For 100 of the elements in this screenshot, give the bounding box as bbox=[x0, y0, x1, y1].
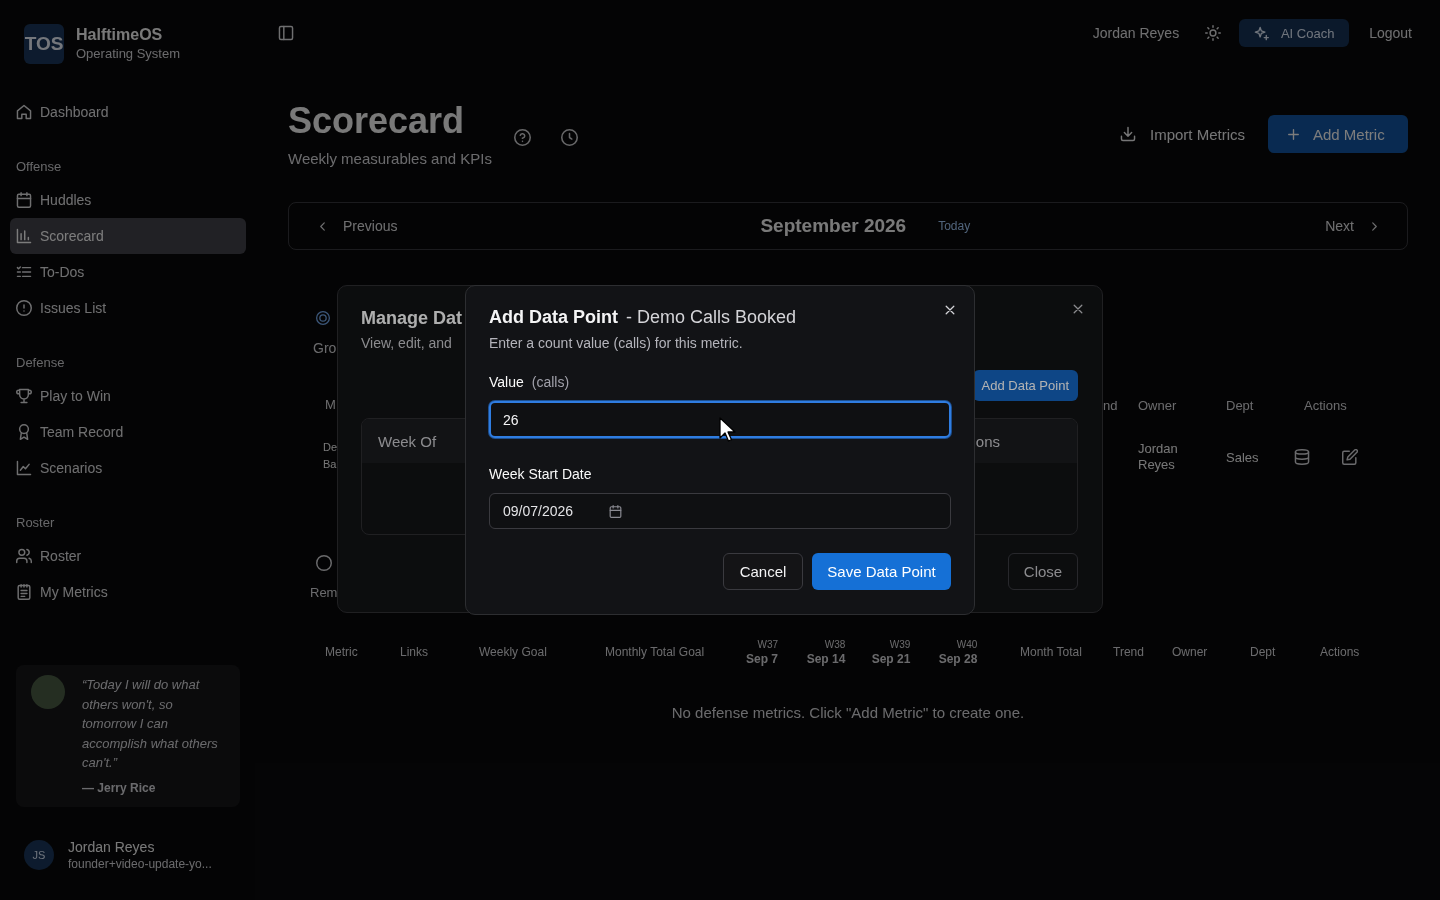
column-header: Dept bbox=[1226, 397, 1254, 413]
column-header: ons bbox=[975, 432, 1000, 450]
photo-placeholder bbox=[31, 675, 65, 709]
column-header: nd bbox=[1103, 397, 1118, 413]
column-header: Week Of bbox=[378, 432, 437, 450]
value-input[interactable]: 26 bbox=[489, 401, 951, 438]
import-metrics-button[interactable]: Import Metrics bbox=[1112, 115, 1255, 153]
trophy-icon bbox=[16, 388, 32, 404]
home-icon bbox=[16, 104, 32, 120]
cancel-button[interactable]: Cancel bbox=[723, 553, 803, 590]
app-name: HalftimeOS bbox=[76, 25, 164, 45]
section-label: Defense bbox=[15, 354, 65, 372]
column-header: Monthly Total Goal bbox=[605, 644, 705, 659]
sidebar-item[interactable]: Huddles bbox=[10, 182, 246, 218]
alert-circle-icon bbox=[16, 300, 32, 316]
sidebar-item[interactable]: Scorecard bbox=[10, 218, 246, 254]
empty-state-message: No defense metrics. Click "Add Metric" to create one. bbox=[671, 704, 1025, 721]
column-header: Owner bbox=[1172, 644, 1208, 659]
notepad-icon bbox=[16, 584, 32, 600]
column-header: Month Total bbox=[1020, 644, 1082, 659]
calendar-icon bbox=[609, 504, 623, 518]
sidebar-item[interactable]: Scenarios bbox=[10, 450, 246, 486]
mouse-pointer-icon bbox=[719, 417, 736, 442]
metric-name: - Demo Calls Booked bbox=[626, 306, 797, 329]
close-button[interactable] bbox=[943, 303, 957, 317]
sidebar-item[interactable]: To-Dos bbox=[10, 254, 246, 290]
section-label: Offense bbox=[15, 158, 62, 176]
next-button[interactable]: Next bbox=[1325, 218, 1381, 234]
sidebar-item[interactable]: Roster bbox=[10, 538, 246, 574]
table-cell-text: De Ba bbox=[323, 440, 337, 472]
footer-text: Rem bbox=[310, 584, 338, 602]
sparkle-icon bbox=[1253, 25, 1269, 41]
dialog-title: Manage Dat bbox=[361, 307, 463, 330]
bar-chart-icon bbox=[16, 228, 32, 244]
quote-text: “Today I will do what others won't, so tomorrow I can accomplish what others can't.” bbox=[82, 676, 219, 772]
user-name: Jordan Reyes bbox=[1092, 25, 1180, 41]
dialog-title: Add Data Point bbox=[489, 306, 618, 329]
page-subtitle: Weekly measurables and KPIs bbox=[288, 149, 492, 169]
app-logo: TOS bbox=[24, 24, 64, 64]
plus-icon bbox=[1286, 126, 1301, 142]
users-icon bbox=[16, 548, 32, 564]
list-icon bbox=[16, 264, 32, 280]
edit-icon[interactable] bbox=[1342, 449, 1358, 465]
ai-coach-button[interactable]: AI Coach bbox=[1239, 19, 1350, 47]
column-header: Weekly Goal bbox=[479, 644, 547, 659]
award-icon bbox=[16, 424, 32, 440]
user-avatar[interactable]: JS bbox=[24, 840, 54, 870]
today-link[interactable]: Today bbox=[938, 219, 971, 233]
line-chart-icon bbox=[16, 460, 32, 476]
close-button[interactable]: Close bbox=[1008, 553, 1078, 590]
field-label: Week Start Date bbox=[489, 465, 592, 484]
column-header: Sep 7 bbox=[746, 651, 778, 667]
circle-icon[interactable] bbox=[316, 555, 332, 571]
logout-button[interactable]: Logout bbox=[1369, 25, 1412, 41]
previous-button[interactable]: Previous bbox=[316, 218, 398, 234]
download-icon bbox=[1120, 126, 1136, 142]
user-email: founder+video-update-yo... bbox=[68, 856, 212, 872]
clock-icon[interactable] bbox=[561, 128, 578, 146]
add-metric-button[interactable]: Add Metric bbox=[1268, 115, 1408, 153]
app-tagline: Operating System bbox=[76, 45, 181, 63]
target-icon bbox=[316, 311, 330, 325]
column-header: Sep 14 bbox=[806, 651, 846, 667]
column-header: Links bbox=[400, 644, 428, 659]
help-icon[interactable] bbox=[514, 128, 531, 146]
sun-icon[interactable] bbox=[1205, 25, 1222, 41]
section-title: Gro bbox=[313, 339, 337, 358]
week-number: W40 bbox=[956, 637, 978, 652]
close-icon bbox=[943, 303, 957, 317]
week-number: W37 bbox=[757, 637, 778, 652]
page-title: Scorecard bbox=[288, 99, 466, 143]
sidebar-item[interactable]: Issues List bbox=[10, 290, 246, 326]
close-button[interactable] bbox=[1071, 302, 1085, 316]
user-name: Jordan Reyes bbox=[68, 838, 156, 856]
column-header: Metric bbox=[325, 644, 358, 659]
close-icon bbox=[1071, 302, 1085, 316]
dialog-subtitle: View, edit, and bbox=[361, 334, 452, 353]
save-button[interactable]: Save Data Point bbox=[812, 553, 951, 590]
column-header: Actions bbox=[1320, 644, 1360, 659]
database-icon[interactable] bbox=[1294, 449, 1310, 465]
table-cell-text: Jordan Reyes bbox=[1138, 441, 1179, 473]
add-data-point-button[interactable]: Add Data Point bbox=[972, 370, 1078, 401]
dialog-description: Enter a count value (calls) for this metric. bbox=[489, 334, 743, 353]
sidebar-item[interactable]: Team Record bbox=[10, 414, 246, 450]
sidebar-item[interactable]: My Metrics bbox=[10, 574, 246, 610]
table-cell: Sales bbox=[1226, 449, 1259, 465]
section-label: Roster bbox=[15, 514, 55, 532]
date-input[interactable]: 09/07/2026 bbox=[489, 493, 951, 529]
column-header: Sep 28 bbox=[938, 651, 978, 667]
quote-author: — Jerry Rice bbox=[82, 780, 157, 795]
sidebar-toggle-icon[interactable] bbox=[278, 25, 294, 41]
unit-label: (calls) bbox=[531, 373, 570, 392]
week-number: W39 bbox=[889, 637, 911, 652]
calendar-icon bbox=[16, 192, 32, 208]
column-header: Trend bbox=[1113, 644, 1144, 659]
month-label: September 2026 bbox=[760, 215, 907, 237]
column-header: Dept bbox=[1250, 644, 1276, 659]
sidebar-item[interactable]: Play to Win bbox=[10, 378, 246, 414]
sidebar-item[interactable]: Dashboard bbox=[10, 94, 246, 130]
column-header: Sep 21 bbox=[871, 651, 911, 667]
column-header: Owner bbox=[1138, 397, 1177, 413]
